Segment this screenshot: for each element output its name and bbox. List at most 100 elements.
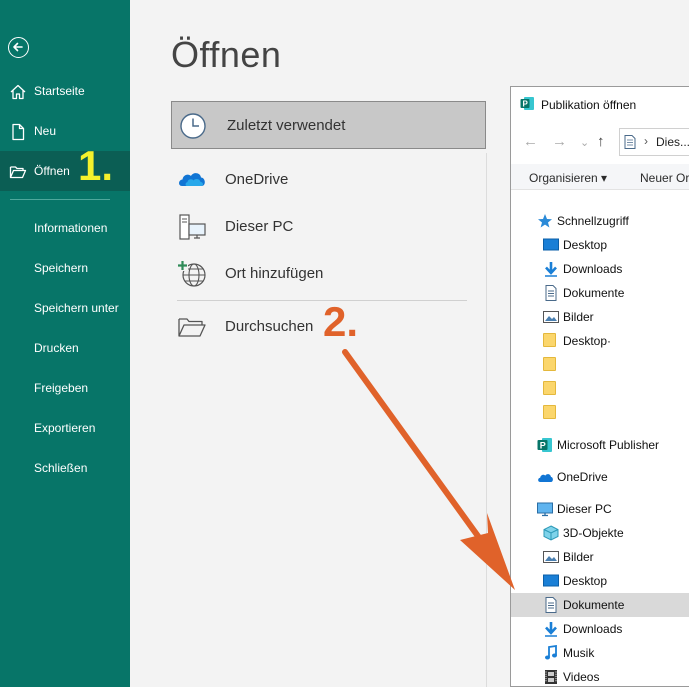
- organize-button[interactable]: Organisieren ▾: [529, 171, 607, 185]
- address-bar[interactable]: › Dies...: [619, 128, 689, 156]
- desktop-icon: [543, 573, 559, 589]
- tree-item[interactable]: Desktop: [511, 233, 689, 257]
- nav-informationen[interactable]: Informationen: [34, 221, 107, 235]
- location-label: Dieser PC: [225, 218, 294, 235]
- tree-item-label: Downloads: [563, 262, 623, 276]
- arrow-left-circle-icon: [13, 42, 23, 52]
- document-icon: [543, 285, 559, 301]
- tree-item[interactable]: Dokumente: [511, 593, 689, 617]
- location-label: Ort hinzufügen: [225, 265, 324, 282]
- 3d-objects-icon: [543, 525, 559, 541]
- star-icon: [537, 213, 553, 229]
- tree-item-label: Desktop: [563, 574, 608, 588]
- publisher-icon: P: [537, 437, 553, 453]
- tree-item-label: OneDrive: [557, 470, 608, 484]
- tree-item-label: Musik: [563, 646, 595, 660]
- tree-item[interactable]: P Microsoft Publisher: [511, 433, 689, 457]
- tree-item[interactable]: [511, 353, 689, 377]
- sidebar-divider: [10, 199, 110, 200]
- pictures-icon: [543, 549, 559, 565]
- address-text: Dies...: [656, 135, 689, 149]
- onedrive-cloud-icon: [537, 469, 553, 485]
- open-folder-icon: [9, 166, 27, 179]
- svg-text:P: P: [523, 100, 529, 109]
- chevron-right-icon: ›: [644, 134, 648, 148]
- add-location-globe-icon: [177, 260, 206, 287]
- video-film-icon: [543, 669, 559, 685]
- download-arrow-icon: [543, 621, 559, 637]
- tree-item[interactable]: Musik: [511, 641, 689, 665]
- tree-item[interactable]: Desktop·: [511, 329, 689, 353]
- tree-item[interactable]: [511, 377, 689, 401]
- tree-item[interactable]: Downloads: [511, 257, 689, 281]
- tree-item-label: Downloads: [563, 622, 623, 636]
- onedrive-cloud-icon: [179, 173, 205, 186]
- back-button[interactable]: [8, 37, 29, 58]
- nav-startseite[interactable]: Startseite: [0, 71, 130, 111]
- tree-item-label: Desktop·: [563, 334, 612, 348]
- location-onedrive[interactable]: OneDrive: [171, 156, 486, 204]
- tree-item-label: Dieser PC: [557, 502, 612, 516]
- new-document-icon: [12, 123, 25, 141]
- nav-exportieren[interactable]: Exportieren: [34, 421, 95, 435]
- new-folder-button[interactable]: Neuer Or: [640, 171, 689, 185]
- music-note-icon: [543, 644, 559, 661]
- publisher-icon: P: [520, 97, 534, 110]
- page-title: Öffnen: [171, 34, 282, 75]
- tree-item[interactable]: Desktop: [511, 569, 689, 593]
- command-bar: Organisieren ▾ Neuer Or: [511, 164, 689, 190]
- tree-item[interactable]: Schnellzugriff: [511, 209, 689, 233]
- nav-speichern-unter[interactable]: Speichern unter: [34, 301, 119, 315]
- step-marker-2: 2.: [323, 298, 359, 345]
- this-pc-icon: [537, 501, 553, 517]
- folder-icon: [543, 405, 559, 421]
- locations-divider: [177, 300, 467, 301]
- clock-icon: [180, 113, 206, 139]
- location-ort-hinzufuegen[interactable]: Ort hinzufügen: [171, 250, 486, 298]
- folder-icon: [543, 333, 559, 349]
- tree-item-label: Dokumente: [563, 286, 625, 300]
- this-pc-icon: [179, 214, 206, 240]
- nav-label: Startseite: [34, 84, 85, 98]
- tree-item[interactable]: Downloads: [511, 617, 689, 641]
- tree-item-label: Dokumente: [563, 598, 625, 612]
- home-icon: [10, 84, 26, 100]
- folder-icon: [543, 381, 559, 397]
- location-label: OneDrive: [225, 171, 289, 188]
- nav-schliessen[interactable]: Schließen: [34, 461, 87, 475]
- tree-item-label: Desktop: [563, 238, 608, 252]
- folder-icon: [543, 357, 559, 373]
- tree-item-label: Videos: [563, 670, 600, 684]
- back-arrow-icon[interactable]: ←: [523, 133, 538, 150]
- tree-item[interactable]: [511, 401, 689, 425]
- svg-text:P: P: [540, 441, 546, 451]
- nav-label: Neu: [34, 124, 57, 138]
- pictures-icon: [543, 309, 559, 325]
- open-publication-dialog: P Publikation öffnen ← → ⌄ ↑ › Dies... O…: [510, 86, 689, 687]
- tree-item[interactable]: Bilder: [511, 305, 689, 329]
- tree-item[interactable]: 3D-Objekte: [511, 521, 689, 545]
- tree-item-label: Microsoft Publisher: [557, 438, 660, 452]
- tree-item[interactable]: OneDrive: [511, 465, 689, 489]
- tree-item-label: 3D-Objekte: [563, 526, 624, 540]
- download-arrow-icon: [543, 261, 559, 277]
- nav-label: Öffnen: [34, 164, 70, 178]
- tree-item[interactable]: Dieser PC: [511, 497, 689, 521]
- tree-item[interactable]: Dokumente: [511, 281, 689, 305]
- chevron-down-icon[interactable]: ⌄: [580, 136, 589, 149]
- up-arrow-icon[interactable]: ↑: [597, 133, 605, 150]
- dialog-title: Publikation öffnen: [541, 98, 637, 112]
- desktop-icon: [543, 237, 559, 253]
- tree-item-label: Bilder: [563, 310, 594, 324]
- location-zuletzt-verwendet[interactable]: Zuletzt verwendet: [171, 101, 486, 149]
- tree-item-label: Schnellzugriff: [557, 214, 629, 228]
- tree-item[interactable]: Bilder: [511, 545, 689, 569]
- forward-arrow-icon[interactable]: →: [552, 133, 567, 150]
- nav-speichern[interactable]: Speichern: [34, 261, 88, 275]
- tree-item[interactable]: Videos: [511, 665, 689, 687]
- nav-freigeben[interactable]: Freigeben: [34, 381, 88, 395]
- panel-divider: [486, 153, 487, 687]
- nav-drucken[interactable]: Drucken: [34, 341, 79, 355]
- tree-item-label: Bilder: [563, 550, 594, 564]
- location-dieser-pc[interactable]: Dieser PC: [171, 203, 486, 251]
